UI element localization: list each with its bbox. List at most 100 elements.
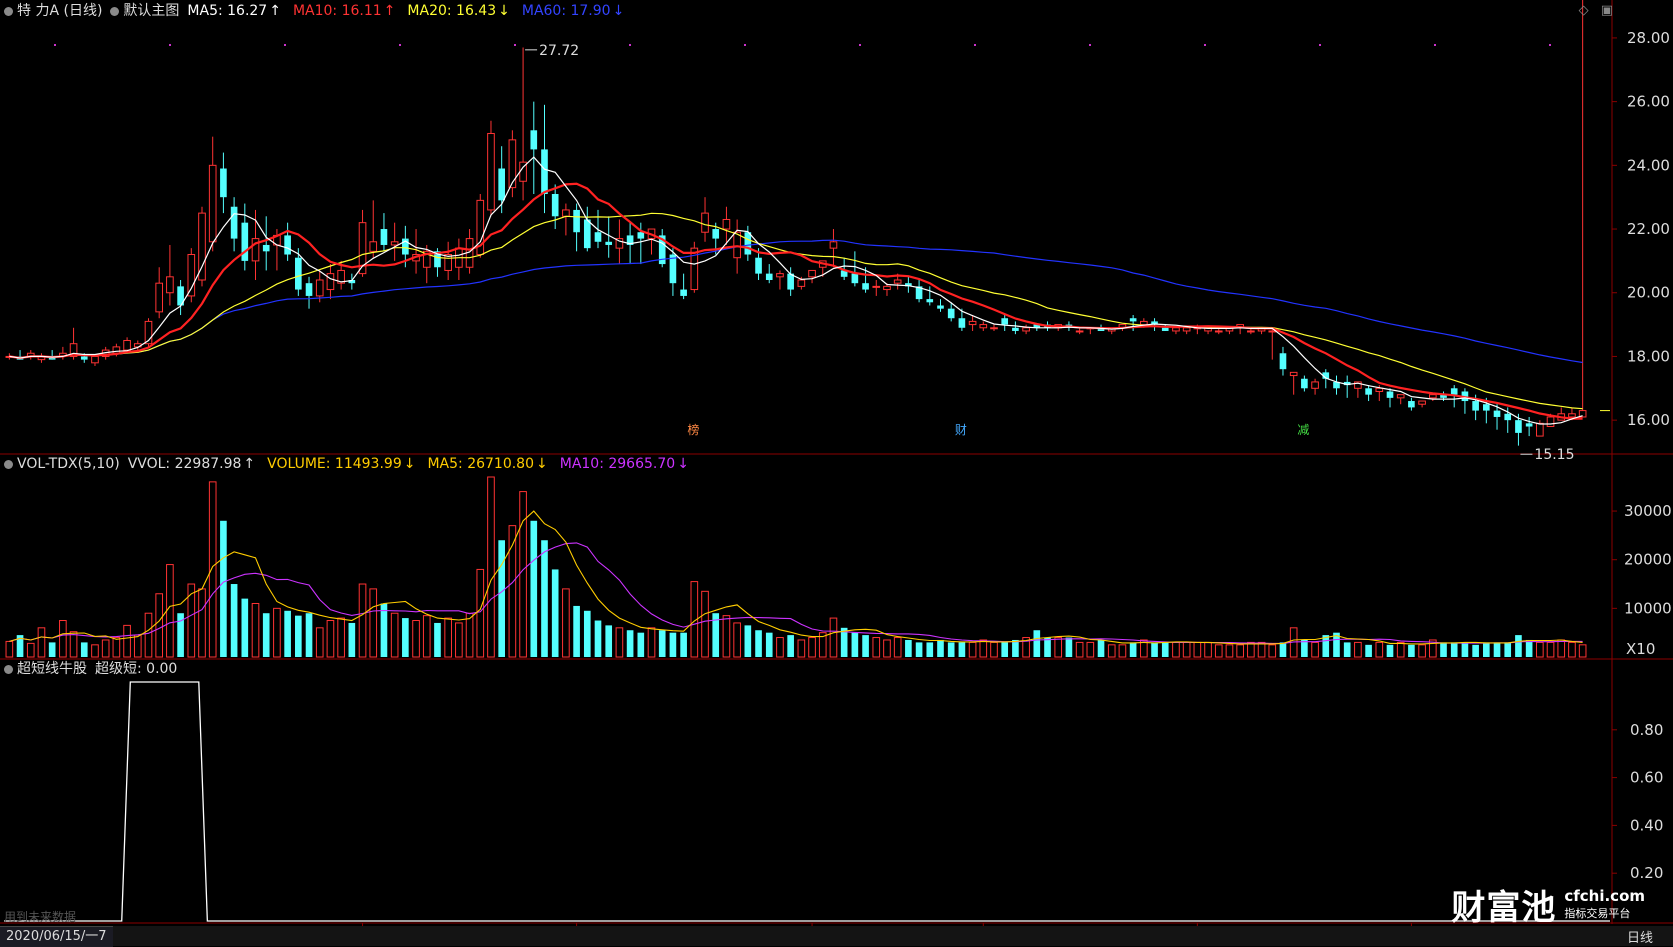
candle-body [1396,394,1405,399]
volume-bar [669,632,677,657]
volume-bar [1386,644,1394,657]
volume-bar [166,564,174,658]
volume-bar [358,583,367,658]
candle-body [1279,353,1287,370]
volume-bar [851,632,859,657]
candle-body [712,229,720,239]
volume-bar [1161,642,1169,657]
candle-body [315,279,324,297]
candle-body [562,209,570,217]
candle-body [862,283,869,290]
template-name[interactable]: 默认主图 [123,2,179,20]
indicator-header: 超短线牛股 超级短: 0.00 [4,660,185,678]
candle-body [80,356,88,360]
volume-bar [829,617,838,658]
period-label[interactable]: 日线 [1627,927,1653,946]
volume-bar [701,590,709,658]
volume-bar [80,642,88,657]
price-tick-label-0: 16.00 [1627,411,1670,429]
top-dot-10 [1204,44,1206,46]
candle-body [1022,327,1030,332]
main-chart-header: 特 力A (日线) 默认主图 MA5: 16.27 ↑ MA10: 16.11 ↑ MA… [4,2,644,20]
candle-body [91,355,99,364]
volume-bar [915,642,923,657]
volume-bar [647,627,656,658]
volume-bar [112,637,121,658]
candle-body [541,149,548,194]
future-data-note: 用到未来数据 [4,910,77,924]
candle-body [326,273,335,291]
volume-bar [380,603,388,657]
volume-tick-label-1: 20000 [1624,551,1672,569]
indicator-name[interactable]: 超短线牛股 [17,660,87,678]
candle-body [208,164,217,243]
volume-bar [284,610,291,657]
template-icon[interactable] [110,6,120,16]
volume-bar [465,612,474,658]
volume-bar [1075,641,1084,658]
candle-body [1504,413,1512,421]
candle-body [112,346,121,354]
volume-bar [1440,642,1447,657]
indicator-line [4,681,1610,922]
candle-body [1161,327,1169,331]
indicator-tick-label-3: 0.80 [1630,721,1663,739]
volume-bar [133,634,142,658]
annotation-label-1: 15.15 [1534,447,1574,463]
volume-bar [744,625,752,657]
volume-bar [541,540,548,657]
volume-bar [101,639,110,658]
kline-chart[interactable]: 16.00 18.00 20.00 22.00 24.00 26.00 28.00 10000… [0,0,1673,946]
candle-body [958,318,966,328]
candle-body [765,273,773,280]
volume-bar [1375,641,1384,658]
brand-sub: cfchi.com 指标交易平台 [1564,886,1645,922]
volume-bar [626,630,634,657]
window-icon[interactable]: ▣ [1601,3,1613,18]
vol-readout-1: VOLUME: 11493.99 [267,456,402,472]
ma-readout-2: MA20: 16.43 [407,3,497,19]
volume-bar [487,476,495,658]
top-dot-6 [744,44,746,46]
volume-bar [594,620,602,657]
volume-bar [1568,641,1576,658]
volume-bar [273,607,281,658]
candle-body [1129,318,1137,322]
vol-readout-3: MA10: 29665.70 [559,456,676,472]
volume-bar [187,583,196,658]
candle-body [1536,422,1544,437]
candle-body [1418,400,1426,405]
candle-body [262,244,270,252]
top-dot-2 [284,44,286,46]
stock-name[interactable]: 特 力A (日线) [17,2,102,20]
candle-body [369,241,378,252]
volume-bar [1118,644,1127,658]
brand-url: cfchi.com [1564,886,1645,905]
candle-body [487,132,495,211]
volume-bar [530,520,538,657]
candle-body [284,235,291,255]
candle-body [926,299,934,303]
candle-body [1493,410,1501,417]
diamond-icon[interactable]: ◇ [1579,3,1589,18]
main-collapse-icon[interactable] [4,6,13,16]
volume-collapse-icon[interactable] [4,459,13,469]
candle-body [220,168,227,198]
candle-body [1140,320,1148,326]
volume-readouts: VVOL: 22987.98 ↑ VOLUME: 11493.99 ↓ MA5: 267… [128,455,701,473]
volume-bar [1461,642,1469,657]
vol-arrow-1: ↓ [403,456,416,472]
volume-bar [155,593,164,658]
volume-bar [230,584,238,657]
candle-body [155,282,164,313]
top-dot-13 [1549,44,1551,46]
volume-indicator-name[interactable]: VOL-TDX(5,10) [17,455,120,473]
candle-body [1365,388,1372,395]
volume-bar [776,637,784,658]
volume-bar [755,630,762,657]
volume-bar [583,610,591,657]
candle-body [883,285,891,291]
top-dot-12 [1434,44,1436,46]
indicator-collapse-icon[interactable] [4,664,13,674]
volume-bar [220,520,227,657]
